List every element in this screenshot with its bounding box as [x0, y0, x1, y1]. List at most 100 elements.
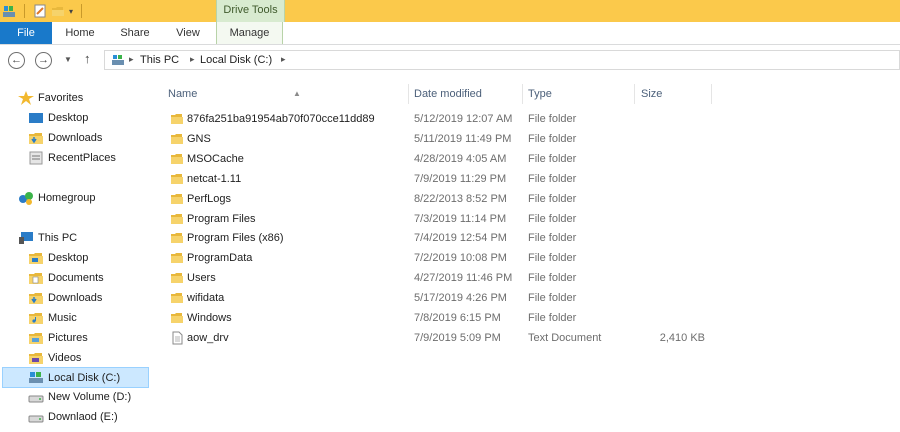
file-type: File folder	[528, 172, 577, 185]
file-row[interactable]: aow_drv 7/9/2019 5:09 PM Text Document 2,41…	[160, 328, 900, 348]
new-folder-icon[interactable]	[51, 4, 65, 18]
column-header-date-modified[interactable]: Date modified	[414, 84, 522, 104]
nav-pc-downloads[interactable]: Downloads	[28, 288, 158, 308]
nav-pc-new-volume-d[interactable]: New Volume (D:)	[28, 387, 158, 407]
column-header-name[interactable]: Name ▲	[168, 84, 408, 104]
nav-favorites[interactable]: Favorites	[18, 88, 158, 108]
forward-button[interactable]: →	[35, 52, 52, 69]
file-row[interactable]: GNS 5/11/2019 11:49 PM File folder	[160, 129, 900, 149]
file-type: File folder	[528, 152, 577, 165]
column-header-type[interactable]: Type	[528, 84, 628, 104]
file-row[interactable]: PerfLogs 8/22/2013 8:52 PM File folder	[160, 189, 900, 209]
nav-item-label: New Volume (D:)	[48, 391, 132, 403]
file-row[interactable]: Windows 7/8/2019 6:15 PM File folder	[160, 308, 900, 328]
nav-this-pc[interactable]: This PC	[18, 228, 158, 248]
file-row[interactable]: Program Files 7/3/2019 11:14 PM File folde…	[160, 209, 900, 229]
tab-view[interactable]: View	[166, 22, 210, 44]
column-divider[interactable]	[522, 84, 523, 104]
column-divider[interactable]	[408, 84, 409, 104]
nav-favorites-desktop[interactable]: Desktop	[28, 108, 158, 128]
forward-arrow-icon: →	[38, 54, 49, 66]
text-document-icon	[172, 331, 183, 345]
nav-pc-music[interactable]: Music	[28, 308, 158, 328]
breadcrumb-chevron-icon[interactable]: ▸	[281, 54, 286, 65]
nav-item-label: Videos	[48, 352, 82, 364]
file-type: File folder	[528, 272, 577, 285]
music-folder-icon	[29, 313, 43, 324]
file-date-modified: 8/22/2013 8:52 PM	[414, 192, 507, 205]
file-name: wifidata	[187, 292, 225, 305]
file-date-modified: 4/27/2019 11:46 PM	[414, 272, 513, 285]
customize-toolbar-chevron-icon[interactable]: ▾	[69, 7, 73, 16]
videos-folder-icon	[29, 353, 43, 364]
breadcrumb-this-pc[interactable]: This PC	[140, 54, 179, 66]
folder-icon	[171, 133, 183, 144]
homegroup-icon	[19, 192, 33, 205]
nav-item-label: Desktop	[48, 252, 89, 264]
file-date-modified: 7/4/2019 12:54 PM	[414, 232, 507, 245]
navigation-pane: Favorites Desktop Downloads RecentPlaces…	[0, 80, 160, 432]
column-divider[interactable]	[711, 84, 712, 104]
local-disk-icon	[29, 372, 43, 383]
nav-item-label: Music	[48, 312, 77, 324]
recent-locations-chevron-icon[interactable]: ▼	[64, 55, 72, 64]
nav-item-label: Downloads	[48, 292, 103, 304]
file-type: File folder	[528, 132, 577, 145]
column-divider[interactable]	[634, 84, 635, 104]
folder-icon	[171, 213, 183, 224]
file-type: File folder	[528, 232, 577, 245]
drive-icon	[28, 415, 44, 423]
file-name: ProgramData	[187, 252, 253, 265]
breadcrumb-chevron-icon[interactable]: ▸	[190, 54, 195, 65]
toolbar-separator	[81, 4, 83, 18]
file-date-modified: 7/9/2019 11:29 PM	[414, 172, 507, 185]
nav-this-pc-label: This PC	[38, 232, 78, 244]
column-header-size[interactable]: Size	[641, 84, 711, 104]
file-row[interactable]: Users 4/27/2019 11:46 PM File folder	[160, 268, 900, 288]
file-name: Windows	[187, 312, 232, 324]
file-name: aow_drv	[187, 331, 229, 344]
file-name: GNS	[187, 132, 211, 145]
nav-pc-documents[interactable]: Documents	[28, 268, 158, 288]
sort-ascending-icon: ▲	[293, 89, 301, 98]
file-row[interactable]: Program Files (x86) 7/4/2019 12:54 PM File…	[160, 228, 900, 248]
back-button[interactable]: ←	[8, 52, 25, 69]
file-date-modified: 5/17/2019 4:26 PM	[414, 292, 507, 305]
tab-home[interactable]: Home	[58, 22, 102, 44]
file-row[interactable]: ProgramData 7/2/2019 10:08 PM File folder	[160, 248, 900, 268]
breadcrumb-local-disk[interactable]: Local Disk (C:)	[200, 54, 272, 66]
file-row[interactable]: MSOCache 4/28/2019 4:05 AM File folder	[160, 149, 900, 169]
documents-folder-icon	[29, 273, 43, 284]
nav-favorites-recentplaces[interactable]: RecentPlaces	[28, 148, 158, 168]
nav-pc-downlaod-e[interactable]: Downlaod (E:)	[28, 407, 158, 427]
properties-icon[interactable]	[33, 4, 47, 18]
nav-homegroup[interactable]: Homegroup	[18, 188, 158, 208]
folder-icon	[171, 293, 183, 304]
tab-share[interactable]: Share	[110, 22, 160, 44]
file-name: PerfLogs	[187, 192, 232, 205]
navigation-row: ← → ▼ ↑ ▸ This PC ▸ Local Disk (C:) ▸	[0, 45, 900, 75]
file-type: File folder	[528, 212, 577, 225]
tab-manage[interactable]: Manage	[216, 22, 283, 44]
nav-pc-local-disk-c[interactable]: Local Disk (C:)	[2, 367, 149, 388]
file-row[interactable]: wifidata 5/17/2019 4:26 PM File folder	[160, 288, 900, 308]
file-row[interactable]: 876fa251ba91954ab70f070cce11dd89 5/12/201…	[160, 109, 900, 129]
tab-file[interactable]: File	[0, 22, 52, 44]
folder-icon	[171, 233, 183, 244]
nav-pc-videos[interactable]: Videos	[28, 348, 158, 368]
nav-favorites-downloads[interactable]: Downloads	[28, 128, 158, 148]
file-date-modified: 4/28/2019 4:05 AM	[414, 152, 507, 165]
star-icon	[18, 91, 34, 105]
recent-places-icon	[29, 151, 43, 165]
breadcrumb-chevron-icon[interactable]: ▸	[129, 54, 134, 65]
file-date-modified: 5/12/2019 12:07 AM	[414, 113, 513, 125]
desktop-folder-icon	[29, 253, 43, 264]
address-bar[interactable]: ▸ This PC ▸ Local Disk (C:) ▸	[104, 50, 900, 70]
file-name: 876fa251ba91954ab70f070cce11dd89	[187, 113, 375, 125]
file-row[interactable]: netcat-1.11 7/9/2019 11:29 PM File folder	[160, 169, 900, 189]
nav-pc-desktop[interactable]: Desktop	[28, 248, 158, 268]
folder-icon	[171, 253, 183, 264]
up-arrow-icon[interactable]: ↑	[84, 51, 91, 66]
ribbon-tabs: File Home Share View Manage	[0, 22, 900, 45]
nav-pc-pictures[interactable]: Pictures	[28, 328, 158, 348]
